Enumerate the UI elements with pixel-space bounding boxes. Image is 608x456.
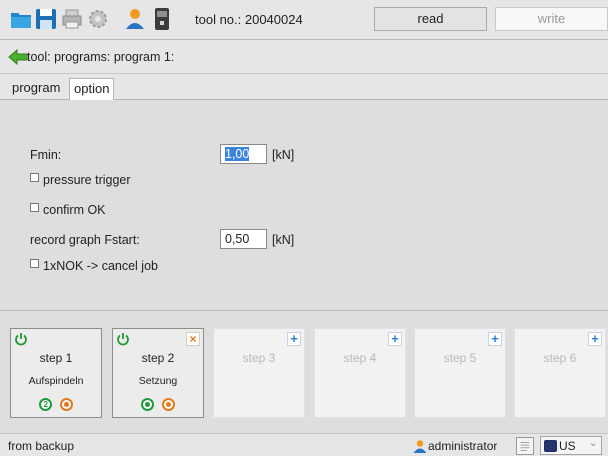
open-folder-icon[interactable] (10, 7, 32, 31)
fmin-value: 1,00 (225, 147, 250, 161)
write-button[interactable]: write (495, 7, 608, 31)
breadcrumb-bar: tool: programs: program 1: (0, 40, 608, 74)
step-name: step 3 (242, 351, 276, 365)
orange-indicator-icon (59, 398, 73, 412)
chevron-down-icon: ⌄ (589, 438, 598, 449)
step-name: step 4 (343, 351, 377, 365)
toolbar: tool no.: 20040024 read write (0, 0, 608, 40)
fmin-label: Fmin: (30, 148, 62, 162)
add-icon[interactable]: + (287, 332, 301, 346)
language-select[interactable]: US ⌄ (540, 436, 602, 455)
power-icon[interactable] (116, 332, 130, 346)
tab-program[interactable]: program (8, 78, 64, 100)
power-icon[interactable] (14, 332, 28, 346)
pressure-trigger-checkbox[interactable] (30, 173, 39, 182)
step-name: step 5 (443, 351, 477, 365)
count-indicator-icon: 2 (39, 398, 53, 412)
step-name: step 1 (39, 351, 73, 365)
close-icon[interactable]: × (186, 332, 200, 346)
tab-bar: program option (0, 74, 608, 101)
tab-option[interactable]: option (69, 78, 115, 101)
step-desc: Aufspindeln (28, 375, 84, 387)
nok-cancel-label: 1xNOK -> cancel job (43, 259, 158, 273)
divider (0, 310, 608, 311)
us-flag-icon (544, 440, 557, 452)
pressure-trigger-label: pressure trigger (43, 173, 131, 187)
step-card-4[interactable]: + step 4 (314, 328, 406, 418)
step-card-1[interactable]: step 1 Aufspindeln 2 (10, 328, 102, 418)
record-graph-input[interactable]: 0,50 (220, 229, 267, 249)
record-graph-unit: [kN] (272, 233, 295, 247)
orange-indicator-icon (161, 398, 175, 412)
add-icon[interactable]: + (388, 332, 402, 346)
add-icon[interactable]: + (488, 332, 502, 346)
green-indicator-icon (141, 398, 155, 412)
indicator-row: 2 (11, 397, 101, 412)
status-source: from backup (8, 439, 75, 453)
step-name: step 6 (543, 351, 577, 365)
add-icon[interactable]: + (588, 332, 602, 346)
record-graph-value: 0,50 (225, 232, 250, 246)
back-arrow-icon[interactable] (8, 47, 28, 67)
breadcrumb: tool: programs: program 1: (27, 50, 175, 64)
user-icon (413, 440, 427, 453)
fmin-unit: [kN] (272, 148, 295, 162)
language-value: US (559, 439, 576, 453)
record-graph-label: record graph Fstart: (30, 233, 140, 247)
steps-panel: step 1 Aufspindeln 2 × step 2 Setzung + … (0, 316, 608, 424)
option-form: Fmin: 1,00 [kN] pressure trigger confirm… (0, 100, 608, 310)
step-card-6[interactable]: + step 6 (514, 328, 606, 418)
save-icon[interactable] (35, 7, 57, 31)
step-card-3[interactable]: + step 3 (213, 328, 305, 418)
step-card-5[interactable]: + step 5 (414, 328, 506, 418)
confirm-ok-label: confirm OK (43, 203, 106, 217)
user-name[interactable]: administrator (428, 439, 497, 453)
confirm-ok-checkbox[interactable] (30, 203, 39, 212)
document-icon[interactable] (516, 437, 534, 455)
step-card-2[interactable]: × step 2 Setzung (112, 328, 204, 418)
print-icon[interactable] (61, 7, 83, 31)
indicator-row (113, 397, 203, 412)
step-name: step 2 (141, 351, 175, 365)
nok-cancel-checkbox[interactable] (30, 259, 39, 268)
status-bar: from backup administrator US ⌄ (0, 433, 608, 456)
device-icon[interactable] (151, 7, 173, 31)
read-button[interactable]: read (374, 7, 487, 31)
tool-number-label: tool no.: 20040024 (195, 12, 303, 27)
step-desc: Setzung (138, 375, 178, 387)
fmin-input[interactable]: 1,00 (220, 144, 267, 164)
settings-icon[interactable] (87, 7, 109, 31)
user-icon[interactable] (125, 7, 147, 31)
